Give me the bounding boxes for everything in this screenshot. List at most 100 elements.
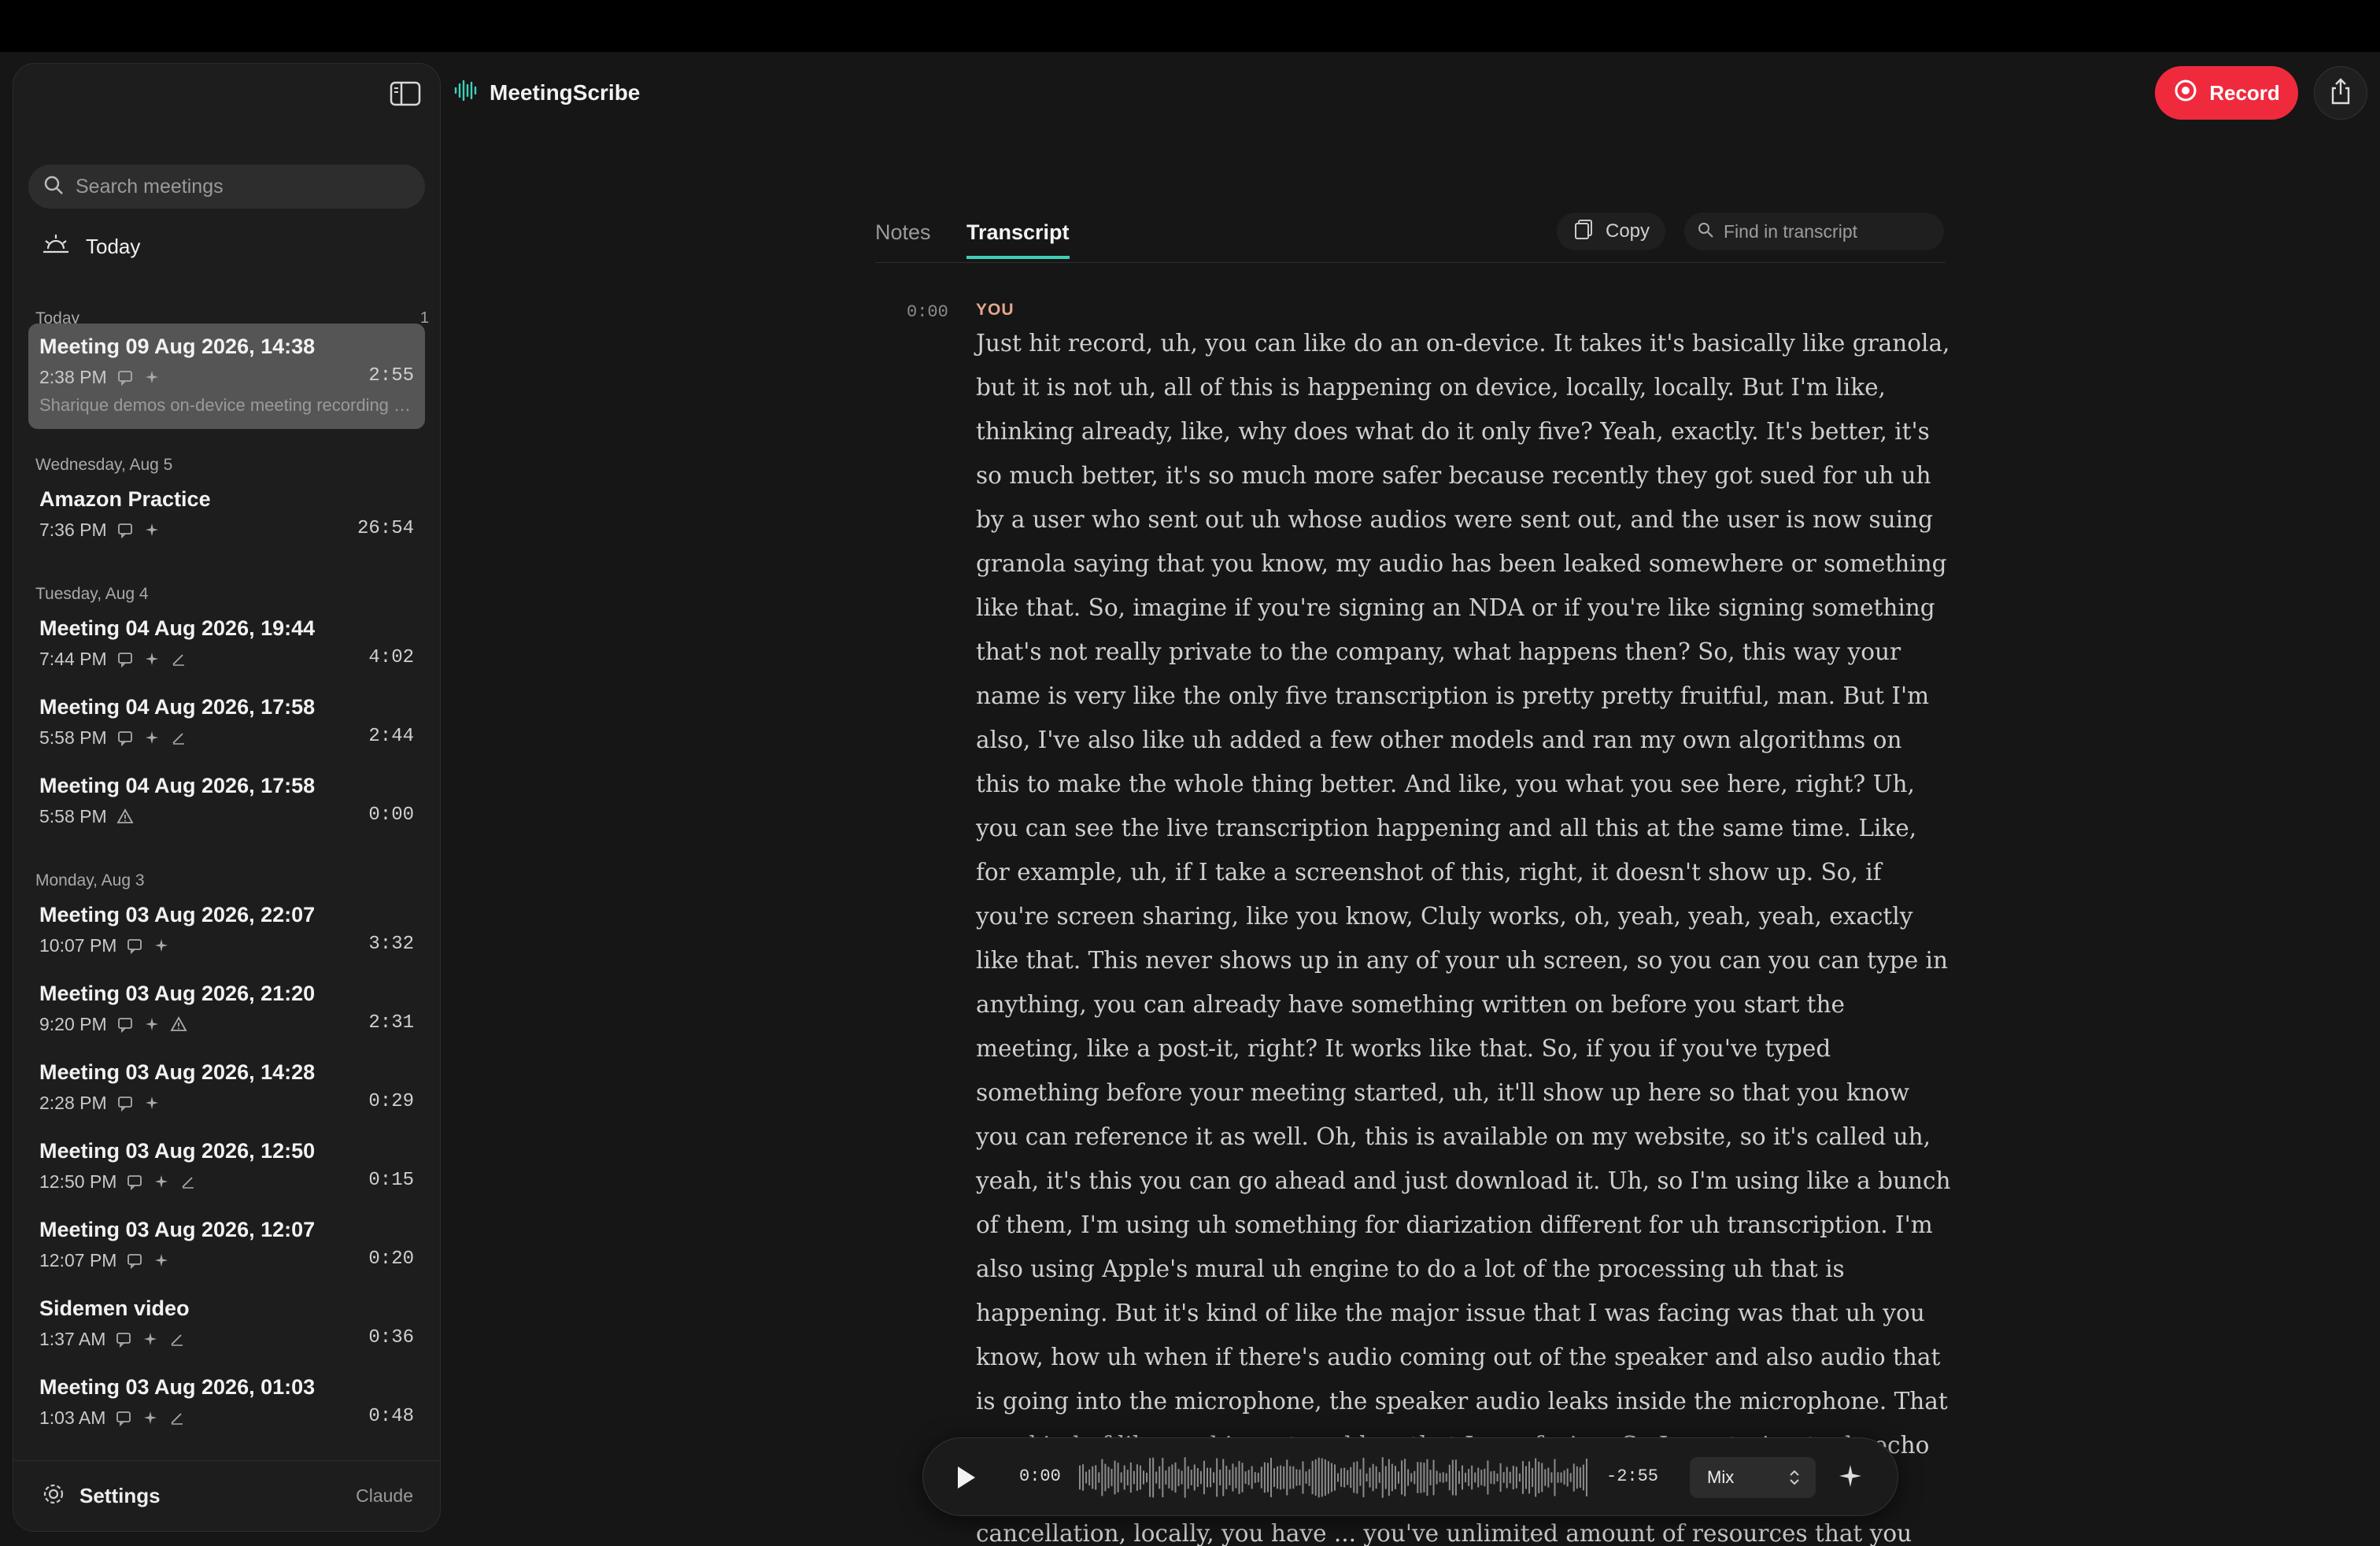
copy-label: Copy (1606, 220, 1650, 242)
notes-icon (115, 1330, 132, 1348)
waveform-bar (1388, 1459, 1390, 1496)
play-button[interactable] (952, 1462, 980, 1493)
meeting-time: 2:38 PM (39, 366, 107, 387)
model-label[interactable]: Claude (356, 1485, 413, 1507)
waveform-bar (1493, 1470, 1495, 1485)
meeting-summary: Sharique demos on-device meeting recordi… (39, 395, 414, 415)
meeting-item[interactable]: Meeting 03 Aug 2026, 14:28 2:28 PM 0:29 (28, 1049, 425, 1128)
meeting-item[interactable]: Sidemen video 1:37 AM 0:36 (28, 1285, 425, 1364)
meeting-item[interactable]: Meeting 03 Aug 2026, 01:03 1:03 AM 0:48 (28, 1364, 425, 1443)
waveform-bar (1136, 1464, 1138, 1491)
waveform-bar (1292, 1466, 1295, 1489)
waveform-bar (1098, 1472, 1100, 1483)
waveform-bar (1174, 1462, 1177, 1493)
waveform-bar (1366, 1473, 1368, 1482)
share-button[interactable] (2314, 66, 2367, 120)
waveform-bar (1295, 1469, 1298, 1486)
meeting-item[interactable]: Amazon Practice 7:36 PM 26:54 (28, 476, 425, 555)
waveform-bar (1557, 1472, 1559, 1483)
waveform-bar (1372, 1463, 1374, 1492)
search-input[interactable] (76, 175, 422, 198)
ai-sparkle-button[interactable] (1836, 1462, 1868, 1493)
waveform-bar (1468, 1469, 1470, 1486)
waveform-bar (1343, 1467, 1346, 1488)
waveform-bar (1263, 1462, 1266, 1493)
waveform-bar (1506, 1466, 1508, 1489)
waveform-bar (1474, 1472, 1476, 1483)
find-in-transcript[interactable] (1684, 213, 1944, 250)
waveform-scrubber[interactable] (1079, 1455, 1589, 1500)
waveform-bar (1107, 1466, 1110, 1489)
meeting-item[interactable]: Meeting 04 Aug 2026, 17:58 5:58 PM 0:00 (28, 763, 425, 841)
meeting-duration: 3:32 (368, 934, 414, 955)
meeting-item[interactable]: Meeting 03 Aug 2026, 12:50 12:50 PM 0:15 (28, 1128, 425, 1207)
segment-timestamp[interactable]: 0:00 (907, 302, 948, 322)
sparkle-icon (153, 937, 170, 954)
waveform-bar (1487, 1460, 1489, 1495)
group-header-monday: Monday, Aug 3 (35, 871, 145, 890)
waveform-bar (1079, 1465, 1081, 1490)
notes-icon (126, 1173, 143, 1191)
waveform-bar (1330, 1463, 1332, 1492)
find-input[interactable] (1724, 220, 1944, 242)
audio-mode-select[interactable]: Mix (1690, 1457, 1816, 1498)
sparkle-icon (153, 1252, 170, 1269)
sparkle-icon (142, 1409, 159, 1426)
waveform-bar (1247, 1470, 1250, 1485)
sparkle-icon (143, 729, 161, 746)
meeting-item[interactable]: Meeting 03 Aug 2026, 21:20 9:20 PM 2:31 (28, 971, 425, 1049)
meeting-item[interactable]: Meeting 03 Aug 2026, 22:07 10:07 PM 3:32 (28, 892, 425, 971)
record-label: Record (2209, 80, 2280, 105)
sidebar: Today Today 1 Meeting 09 Aug 2026, 14:38… (13, 63, 441, 1532)
waveform-bar (1146, 1472, 1148, 1483)
waveform-bar (1095, 1465, 1097, 1490)
waveform-bar (1448, 1464, 1451, 1491)
meeting-item[interactable]: Meeting 04 Aug 2026, 19:44 7:44 PM 4:02 (28, 605, 425, 684)
search-meetings[interactable] (28, 165, 425, 209)
waveform-bar (1582, 1464, 1584, 1491)
waveform-bar (1196, 1468, 1199, 1487)
waveform-bar (1535, 1458, 1537, 1497)
meeting-item[interactable]: Meeting 09 Aug 2026, 14:38 2:38 PM 2:55 … (28, 324, 425, 429)
waveform-bar (1436, 1470, 1438, 1485)
tab-transcript[interactable]: Transcript (966, 220, 1070, 259)
waveform-bar (1541, 1463, 1543, 1492)
waveform-bar (1347, 1470, 1349, 1485)
sidebar-toggle-icon[interactable] (390, 81, 421, 106)
waveform-bar (1199, 1470, 1202, 1485)
record-icon (2173, 78, 2209, 109)
meeting-item[interactable]: Meeting 04 Aug 2026, 17:58 5:58 PM 2:44 (28, 684, 425, 763)
record-button[interactable]: Record (2155, 66, 2298, 120)
waveform-bar (1585, 1458, 1587, 1497)
waveform-bar (1286, 1459, 1288, 1496)
waveform-bar (1569, 1473, 1572, 1482)
meeting-item[interactable]: Meeting 03 Aug 2026, 12:07 12:07 PM 0:20 (28, 1207, 425, 1285)
copy-button[interactable]: Copy (1557, 213, 1666, 250)
group-header-tuesday: Tuesday, Aug 4 (35, 585, 149, 603)
settings-row[interactable]: Settings Claude (13, 1460, 440, 1531)
waveform-bar (1123, 1465, 1125, 1490)
waveform-bar (1381, 1457, 1384, 1498)
tab-notes[interactable]: Notes (875, 220, 931, 245)
waveform-bar (1429, 1470, 1432, 1485)
waveform-bar (1117, 1463, 1119, 1492)
waveform-bar (1356, 1461, 1358, 1494)
waveform-bar (1566, 1468, 1569, 1487)
sparkle-icon (143, 650, 161, 668)
waveform-bar (1254, 1472, 1256, 1483)
waveform-bar (1152, 1457, 1155, 1498)
waveform-bar (1509, 1471, 1511, 1484)
waveform-bar (1229, 1470, 1231, 1485)
meeting-duration: 0:29 (368, 1091, 414, 1112)
waveform-bar (1260, 1466, 1262, 1489)
waveform-bar (1327, 1461, 1329, 1494)
segment-speaker: YOU (976, 301, 1014, 319)
today-filter[interactable]: Today (42, 231, 140, 262)
waveform-bar (1101, 1459, 1103, 1496)
waveform-bar (1499, 1463, 1502, 1492)
waveform-bar (1324, 1459, 1326, 1496)
meeting-title: Meeting 03 Aug 2026, 12:50 (39, 1139, 316, 1163)
waveform-bar (1280, 1465, 1282, 1490)
waveform-bar (1334, 1464, 1336, 1491)
meeting-title: Sidemen video (39, 1296, 190, 1320)
